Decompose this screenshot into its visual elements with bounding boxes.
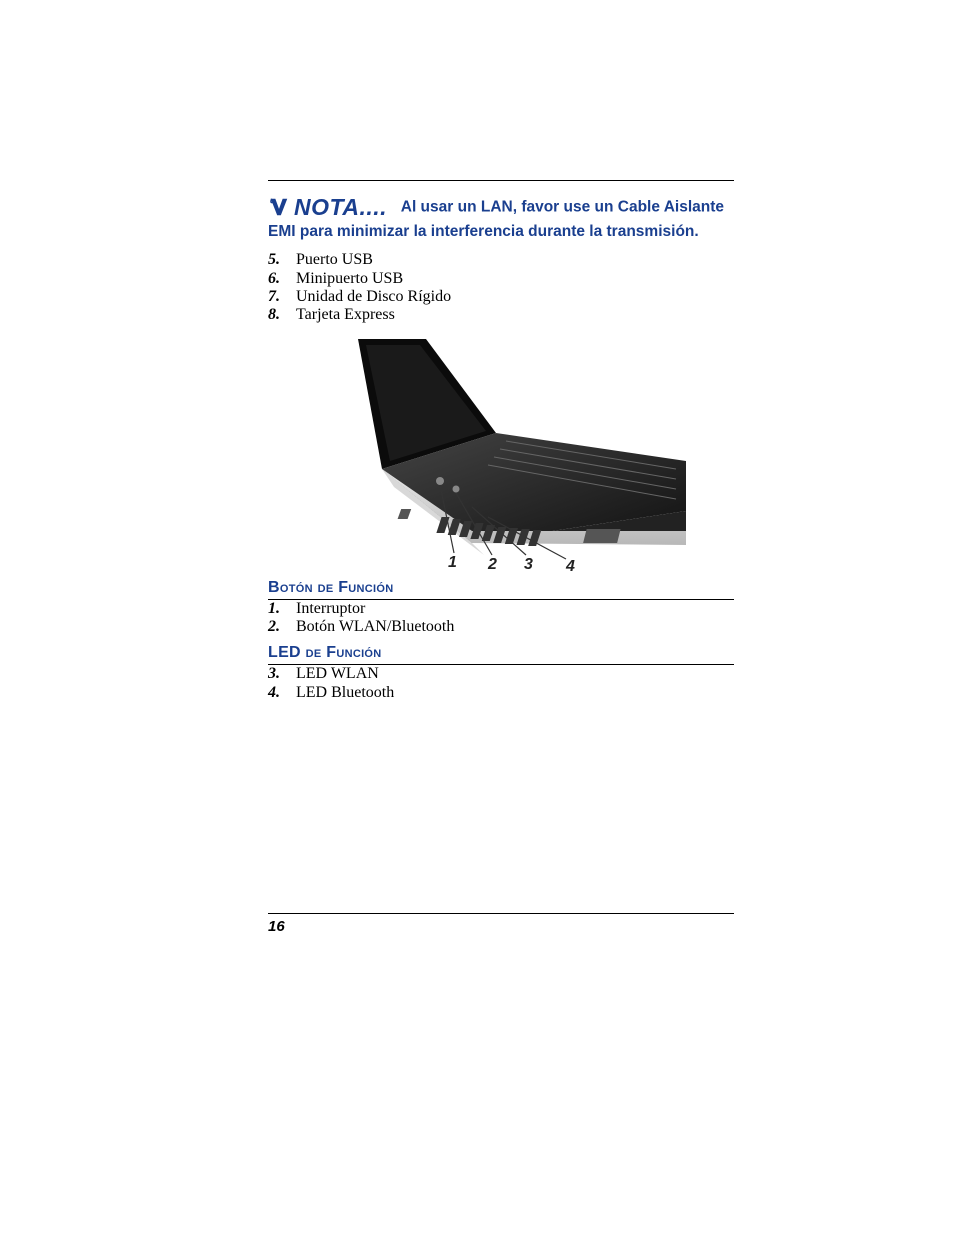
item-label: Tarjeta Express bbox=[296, 306, 395, 324]
laptop-illustration: 1 2 3 4 bbox=[316, 331, 686, 571]
item-number: 8. bbox=[268, 306, 296, 324]
list-item: 7. Unidad de Disco Rígido bbox=[268, 288, 734, 306]
figure-marker-1: 1 bbox=[448, 554, 457, 571]
figure-marker-3: 3 bbox=[524, 556, 533, 571]
note-glyph-icon bbox=[268, 196, 290, 218]
item-number: 3. bbox=[268, 665, 296, 683]
note-label-text: NOTA.... bbox=[294, 193, 387, 222]
top-rule bbox=[268, 180, 734, 181]
section-heading-function-led: LED de Función bbox=[268, 644, 734, 665]
item-label: Botón WLAN/Bluetooth bbox=[296, 618, 454, 636]
list-item: 3. LED WLAN bbox=[268, 665, 734, 683]
top-numbered-list: 5. Puerto USB 6. Minipuerto USB 7. Unida… bbox=[268, 251, 734, 325]
item-number: 1. bbox=[268, 600, 296, 618]
note-block: NOTA.... Al usar un LAN, favor use un Ca… bbox=[268, 193, 734, 241]
page-number: 16 bbox=[268, 918, 734, 935]
item-label: Unidad de Disco Rígido bbox=[296, 288, 451, 306]
figure-marker-4: 4 bbox=[565, 558, 575, 571]
function-button-list: 1. Interruptor 2. Botón WLAN/Bluetooth bbox=[268, 600, 734, 637]
item-label: LED WLAN bbox=[296, 665, 379, 683]
list-item: 6. Minipuerto USB bbox=[268, 270, 734, 288]
item-number: 2. bbox=[268, 618, 296, 636]
item-number: 5. bbox=[268, 251, 296, 269]
list-item: 1. Interruptor bbox=[268, 600, 734, 618]
item-label: LED Bluetooth bbox=[296, 684, 394, 702]
section-heading-function-button: Botón de Función bbox=[268, 579, 734, 600]
item-label: Interruptor bbox=[296, 600, 365, 618]
list-item: 2. Botón WLAN/Bluetooth bbox=[268, 618, 734, 636]
note-label: NOTA.... bbox=[268, 193, 387, 222]
list-item: 8. Tarjeta Express bbox=[268, 306, 734, 324]
list-item: 4. LED Bluetooth bbox=[268, 684, 734, 702]
item-label: Puerto USB bbox=[296, 251, 373, 269]
document-page: NOTA.... Al usar un LAN, favor use un Ca… bbox=[0, 0, 954, 1235]
figure-marker-2: 2 bbox=[487, 556, 497, 571]
footer-rule bbox=[268, 913, 734, 914]
function-led-list: 3. LED WLAN 4. LED Bluetooth bbox=[268, 665, 734, 702]
item-number: 4. bbox=[268, 684, 296, 702]
item-label: Minipuerto USB bbox=[296, 270, 403, 288]
item-number: 7. bbox=[268, 288, 296, 306]
item-number: 6. bbox=[268, 270, 296, 288]
figure: 1 2 3 4 bbox=[268, 331, 734, 571]
list-item: 5. Puerto USB bbox=[268, 251, 734, 269]
page-footer: 16 bbox=[268, 913, 734, 935]
